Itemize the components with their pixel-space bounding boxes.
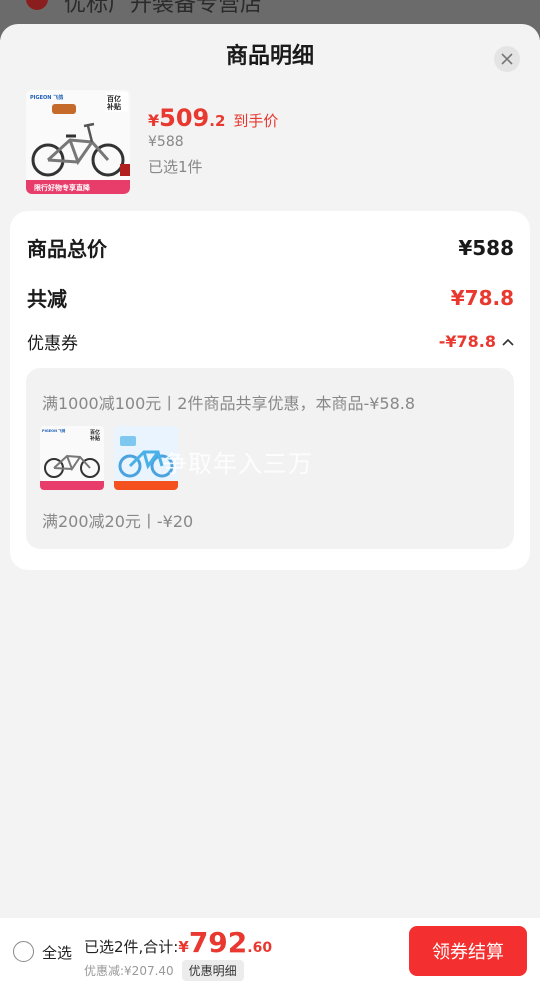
checkout-button[interactable]: 领券结算 [409,926,527,976]
bicycle-image: PIGEON 飞鸽 百亿 补贴 限行好物专享直降 [26,90,130,194]
sheet-header: 商品明细 [0,24,540,90]
saving-amount: 优惠减:¥207.40 [84,964,174,978]
coupon-details: 满1000减100元丨2件商品共享优惠，本商品-¥58.8 PIGEON 飞鸽 … [26,368,514,549]
svg-text:PIGEON 飞鸽: PIGEON 飞鸽 [42,428,66,433]
coupon-row[interactable]: 优惠券 -¥78.8 [27,329,514,354]
coupon-toggle[interactable]: -¥78.8 [439,332,514,351]
svg-text:百亿: 百亿 [90,429,100,436]
coupon-line-1: 满1000减100元丨2件商品共享优惠，本商品-¥58.8 [42,394,416,413]
sheet-title: 商品明细 [225,44,314,69]
original-price: ¥588 [148,134,184,150]
reduction-row: 共减 ¥78.8 [27,283,514,312]
thumb-banner: 限行好物专享直降 [34,183,91,192]
bicycle-thumb-icon: PIGEON 飞鸽 百亿 补贴 [40,426,104,490]
discount-detail-button[interactable]: 优惠明细 [181,960,244,981]
total-price-value: ¥588 [458,235,514,260]
product-item[interactable]: PIGEON 飞鸽 百亿 补贴 限行好物专享直降 ¥ 509 .2 到手价 ¥5… [26,90,516,196]
close-button[interactable] [494,46,520,72]
selected-count: 已选1件 [148,158,203,176]
bg-store-name: 优标广开装备专营店 [64,0,263,17]
price-decimal: .2 [209,112,226,130]
bg-store-icon [26,0,48,10]
coupon-product-thumb-1: PIGEON 飞鸽 百亿 补贴 [40,426,104,490]
reduction-label: 共减 [27,287,67,311]
select-all-label[interactable]: 全选 [42,942,72,963]
checkout-bar: 全选 已选2件,合计: ¥ 792 .60 优惠减:¥207.40 优惠明细 领… [0,918,540,985]
product-info: ¥ 509 .2 到手价 ¥588 已选1件 [148,104,278,177]
total-currency: ¥ [178,938,189,956]
chevron-up-icon [502,338,514,346]
total-amount: 已选2件,合计: ¥ 792 .60 [84,926,272,959]
watermark-text: 争取年入三万 [163,450,313,478]
coupon-value: -¥78.8 [438,332,496,351]
price-label: 到手价 [233,112,279,130]
thumb-brand: PIGEON 飞鸽 [30,94,63,101]
saving-line: 优惠减:¥207.40 优惠明细 [84,960,244,981]
coupon-label: 优惠券 [27,334,78,354]
svg-text:补贴: 补贴 [106,102,121,111]
total-price-label: 商品总价 [27,237,107,261]
close-icon [501,53,513,65]
price-summary-card: 商品总价 ¥588 共减 ¥78.8 优惠券 -¥78.8 满1000减100元… [10,211,530,570]
total-prefix: 已选2件,合计: [84,938,179,956]
total-price-row: 商品总价 ¥588 [27,233,514,262]
product-detail-sheet: 商品明细 PIGEON 飞鸽 百亿 补贴 限行好物专享直降 ¥ 509 .2 到… [0,24,540,985]
total-decimal: .60 [247,940,273,956]
coupon-line-2: 满200减20元丨-¥20 [42,512,194,531]
reduction-value: ¥78.8 [450,285,514,310]
total-integer: 792 [188,926,248,959]
select-all-radio[interactable] [13,941,34,962]
svg-text:补贴: 补贴 [89,435,100,442]
svg-text:百亿: 百亿 [107,94,121,103]
price-currency: ¥ [148,111,160,130]
product-image[interactable]: PIGEON 飞鸽 百亿 补贴 限行好物专享直降 [26,90,130,194]
final-price: ¥ 509 .2 到手价 [148,104,278,132]
price-integer: 509 [159,104,210,132]
